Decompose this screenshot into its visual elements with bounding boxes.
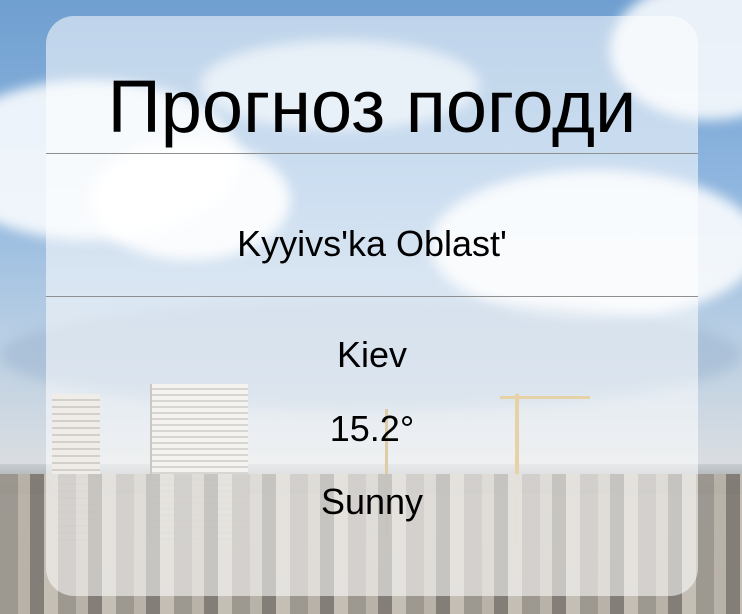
- city-name: Kiev: [336, 334, 408, 375]
- page-title: Прогноз погоди: [107, 65, 637, 148]
- temperature-value: 15.2°: [329, 408, 415, 449]
- divider: [46, 153, 698, 154]
- weather-condition: Sunny: [320, 481, 424, 522]
- background-photo: Прогноз погоди Kyyivs'ka Oblast' Kiev 15…: [0, 0, 742, 614]
- divider: [46, 296, 698, 297]
- region-name: Kyyivs'ka Oblast': [237, 223, 507, 264]
- forecast-card: Прогноз погоди Kyyivs'ka Oblast' Kiev 15…: [46, 16, 698, 596]
